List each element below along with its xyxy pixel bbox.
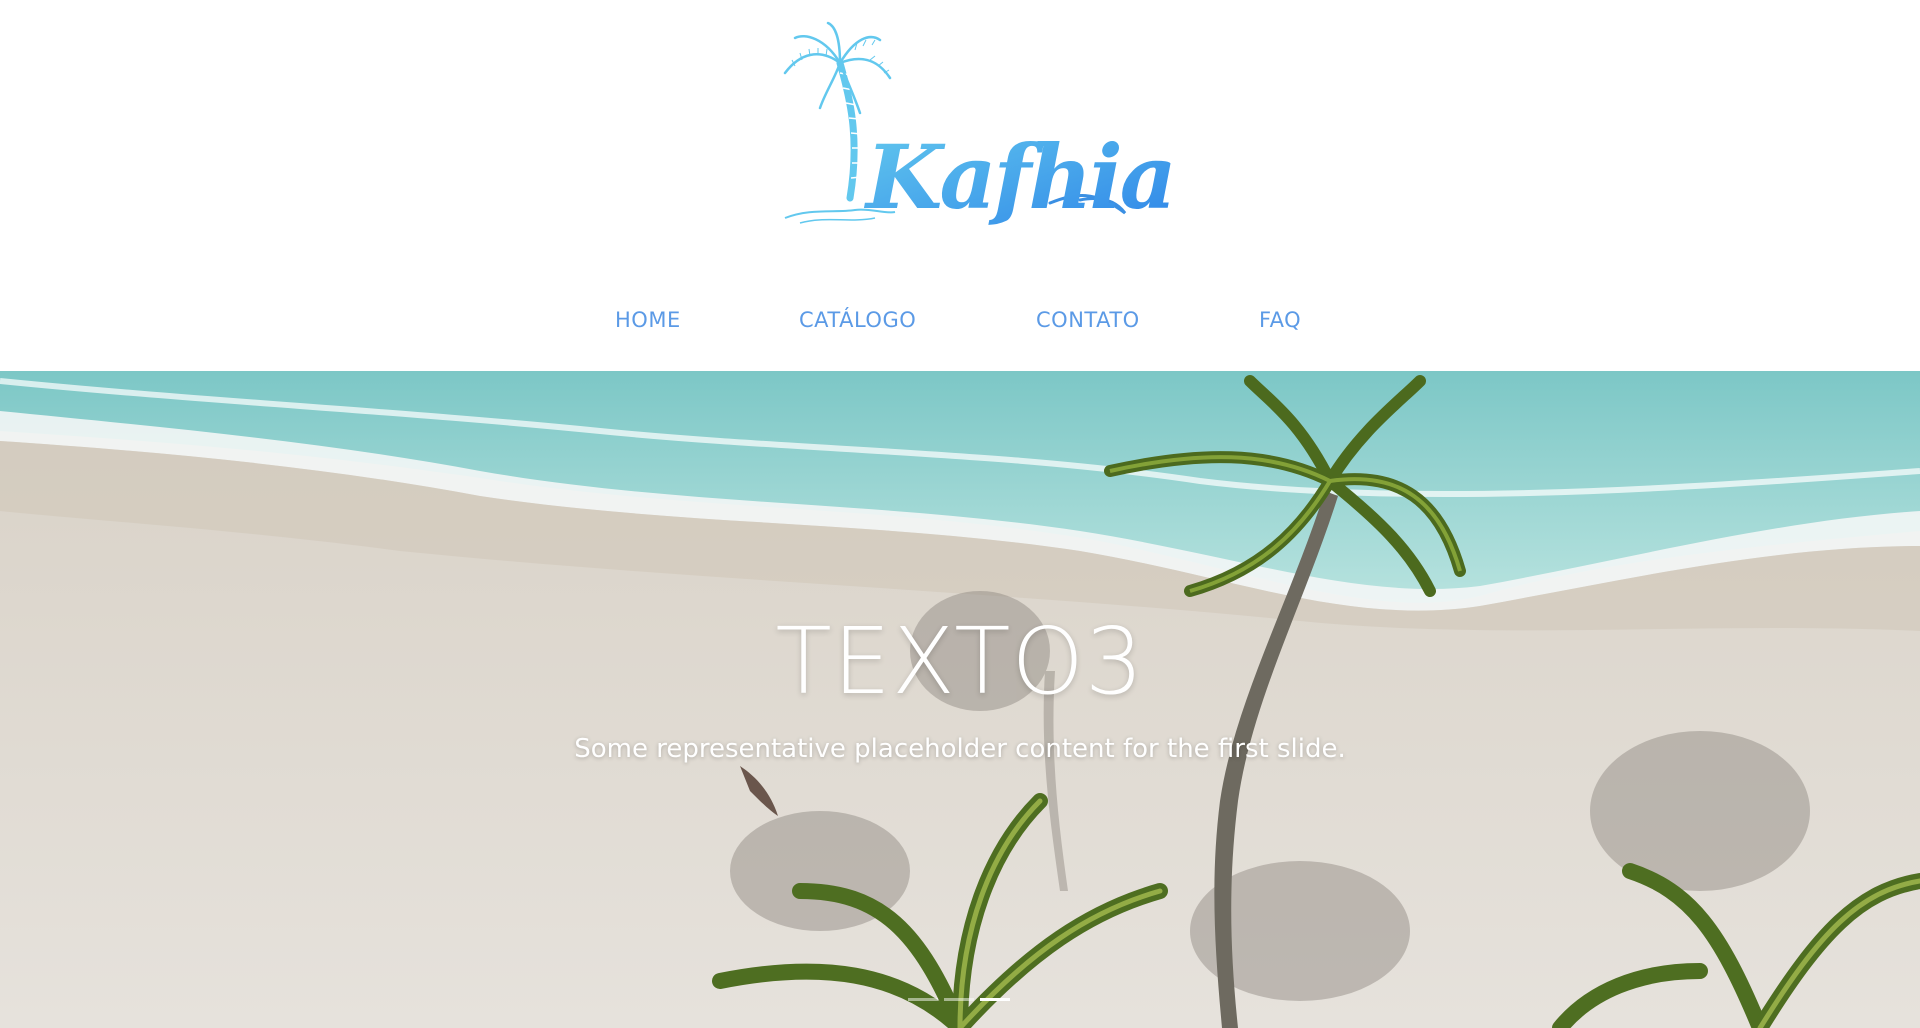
nav-contato-link[interactable]: CONTATO (1036, 308, 1140, 332)
nav-home-link[interactable]: HOME (615, 308, 681, 332)
slide-caption: Some representative placeholder content … (574, 734, 1346, 764)
hero-carousel[interactable]: TEXTO3 Some representative placeholder c… (0, 371, 1920, 1028)
palm-tree-icon: Kafhia (783, 21, 1177, 229)
main-nav: HOME CATÁLOGO CONTATO FAQ (0, 308, 1920, 340)
carousel-indicators (908, 998, 1012, 1008)
brand-wordmark: Kafhia (863, 125, 1174, 229)
brand-logo[interactable]: Kafhia (780, 18, 1177, 258)
carousel-indicator-3[interactable] (980, 998, 1010, 1001)
slide-title: TEXTO3 (775, 608, 1145, 715)
carousel-indicator-1[interactable] (908, 998, 938, 1001)
carousel-indicator-2[interactable] (944, 998, 974, 1001)
site-header: Kafhia HOME CATÁLOGO CONTATO FAQ (0, 0, 1920, 371)
nav-catalogo-link[interactable]: CATÁLOGO (799, 308, 916, 332)
nav-faq-link[interactable]: FAQ (1259, 308, 1301, 332)
